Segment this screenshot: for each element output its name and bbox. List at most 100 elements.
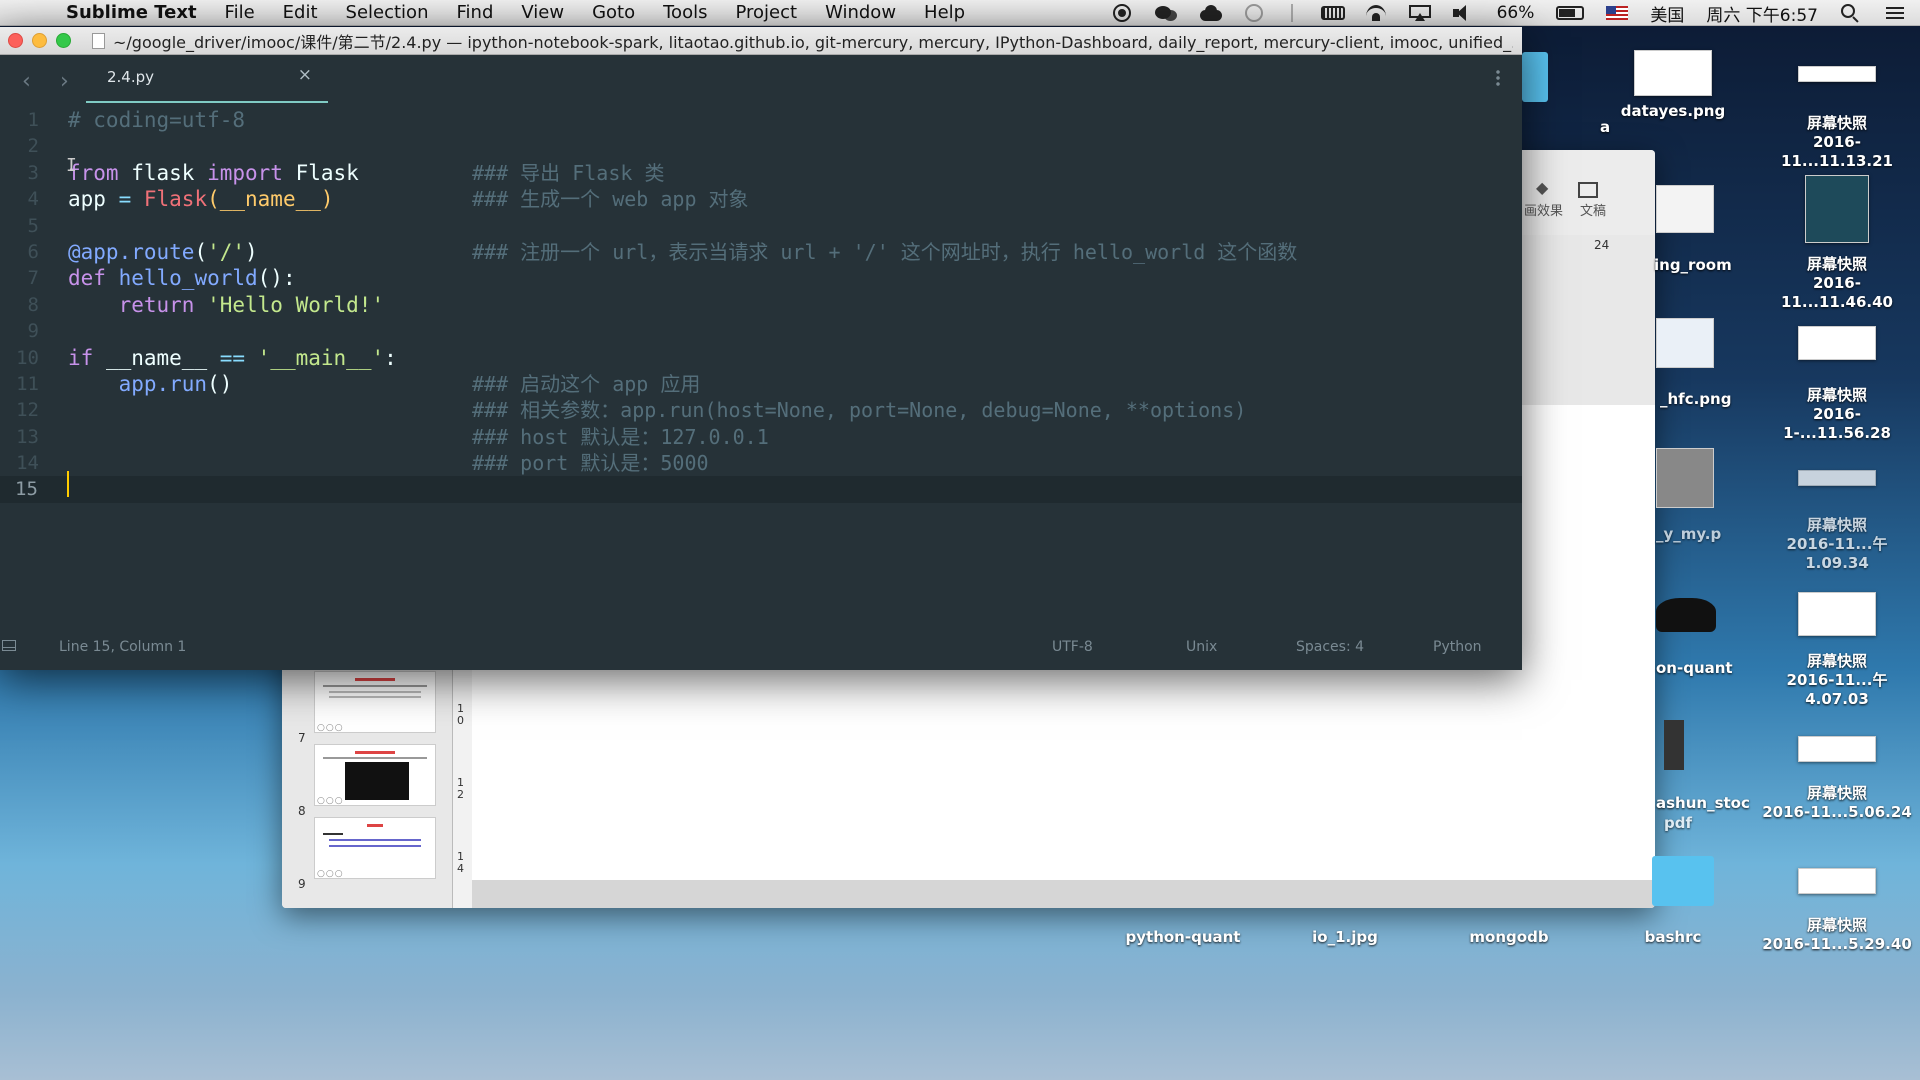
code-comment: ### 相关参数：app.run(host=None, port=None, d… bbox=[472, 398, 1247, 423]
horizontal-scrollbar[interactable] bbox=[472, 880, 1655, 908]
folder-icon[interactable] bbox=[1652, 856, 1714, 906]
vertical-ruler: 1 0 1 2 1 4 bbox=[452, 665, 472, 908]
diamond-icon[interactable]: ◆ bbox=[1536, 178, 1548, 197]
desktop-item-mongodb[interactable]: mongodb bbox=[1434, 928, 1584, 947]
wechat-icon[interactable] bbox=[1154, 4, 1177, 22]
menu-window[interactable]: Window bbox=[811, 2, 910, 23]
menu-selection[interactable]: Selection bbox=[332, 2, 443, 23]
code-editor[interactable]: 1 2 3 4 5 6 7 8 9 10 11 12 13 14 15 # co… bbox=[0, 107, 1522, 599]
time-machine-icon[interactable] bbox=[1243, 4, 1265, 22]
code-text[interactable]: # coding=utf-8 from flask import Flask a… bbox=[68, 107, 397, 397]
tool-animate-label[interactable]: 画效果 bbox=[1524, 200, 1563, 219]
code-string: '__main__' bbox=[245, 345, 385, 370]
menubar: Sublime Text File Edit Selection Find Vi… bbox=[0, 0, 1920, 26]
desktop-item-label[interactable]: ashun_stoc bbox=[1656, 794, 1756, 813]
menu-project[interactable]: Project bbox=[721, 2, 811, 23]
desktop-item-bashrc[interactable]: bashrc bbox=[1598, 928, 1748, 947]
desktop-item-datayes[interactable]: datayes.png bbox=[1598, 50, 1748, 121]
file-thumbnail[interactable] bbox=[1656, 185, 1714, 233]
file-thumbnail[interactable] bbox=[1656, 448, 1714, 508]
spotlight-search-icon[interactable] bbox=[1840, 4, 1862, 22]
chevron-left-icon[interactable]: ‹ bbox=[22, 69, 31, 94]
code-comment: ### 启动这个 app 应用 bbox=[472, 371, 701, 396]
record-icon[interactable] bbox=[1111, 4, 1133, 22]
desktop-screenshot-item[interactable]: 屏幕快照 2016-11...5.29.40 bbox=[1762, 868, 1912, 954]
menu-app-name[interactable]: Sublime Text bbox=[62, 2, 211, 23]
desktop-item-python-quant[interactable]: python-quant bbox=[1108, 928, 1258, 947]
file-thumbnail bbox=[1798, 592, 1876, 636]
window-titlebar[interactable]: ~/google_driver/imooc/课件/第二节/2.4.py — ip… bbox=[0, 27, 1522, 55]
folder-icon[interactable] bbox=[1522, 52, 1548, 102]
code-comment: ### 导出 Flask 类 bbox=[472, 160, 665, 185]
input-source[interactable]: 美国 bbox=[1650, 1, 1684, 26]
comment-column: ### 导出 Flask 类 ### 生成一个 web app 对象 ### 注… bbox=[472, 107, 1297, 476]
line-number: 7 bbox=[27, 267, 39, 290]
tab-2-4-py[interactable]: 2.4.py × bbox=[86, 55, 328, 107]
menu-help[interactable]: Help bbox=[910, 2, 979, 23]
code-line: app = Flask(__name__) bbox=[68, 186, 397, 212]
file-thumbnail[interactable] bbox=[1664, 720, 1684, 770]
desktop-screenshot-item[interactable]: 屏幕快照 2016-11...午4.07.03 bbox=[1762, 592, 1912, 709]
tab-bar: ‹ › 2.4.py × bbox=[0, 55, 1522, 107]
active-line-number: 15 bbox=[0, 476, 1522, 503]
desktop-screenshot-item[interactable]: 屏幕快照 2016-11...午1.09.34 bbox=[1762, 470, 1912, 573]
desktop-item-label[interactable]: pdf bbox=[1664, 814, 1704, 833]
close-window-button[interactable] bbox=[8, 33, 23, 48]
code-call: Flask bbox=[131, 187, 208, 212]
desktop-item-date: 2016-11...午4.07.03 bbox=[1786, 671, 1888, 708]
desktop-item-label[interactable]: _y_my.p bbox=[1656, 525, 1736, 544]
cursor-position[interactable]: Line 15, Column 1 bbox=[59, 639, 186, 655]
ruler-number: 2 bbox=[457, 788, 464, 801]
document-proxy-icon[interactable] bbox=[92, 32, 105, 49]
code-punct: ) bbox=[245, 239, 258, 264]
indentation-indicator[interactable]: Spaces: 4 bbox=[1296, 639, 1364, 655]
zoom-window-button[interactable] bbox=[56, 33, 71, 48]
notification-center-icon[interactable] bbox=[1884, 4, 1906, 22]
qq-icon[interactable] bbox=[1199, 4, 1222, 22]
code-operator: == bbox=[219, 345, 246, 370]
battery-icon[interactable] bbox=[1556, 6, 1585, 20]
line-endings-indicator[interactable]: Unix bbox=[1186, 639, 1217, 655]
menu-tools[interactable]: Tools bbox=[649, 2, 721, 23]
volume-icon[interactable] bbox=[1452, 4, 1475, 22]
wifi-icon[interactable] bbox=[1365, 4, 1387, 22]
airplay-icon[interactable] bbox=[1408, 4, 1431, 22]
menu-goto[interactable]: Goto bbox=[578, 2, 649, 23]
menu-view[interactable]: View bbox=[507, 2, 578, 23]
encoding-indicator[interactable]: UTF-8 bbox=[1052, 639, 1093, 655]
code-line: from flask import Flask bbox=[68, 160, 397, 186]
file-thumbnail[interactable] bbox=[1656, 598, 1716, 632]
chevron-right-icon[interactable]: › bbox=[60, 69, 69, 94]
ruler-number: 0 bbox=[457, 714, 464, 727]
clock[interactable]: 周六 下午6:57 bbox=[1706, 1, 1818, 26]
tool-document-label[interactable]: 文稿 bbox=[1580, 200, 1606, 219]
desktop-item-label[interactable]: ing_room bbox=[1654, 256, 1734, 275]
close-tab-icon[interactable]: × bbox=[298, 65, 312, 85]
desktop-item-label[interactable]: on-quant bbox=[1656, 659, 1736, 678]
syntax-indicator[interactable]: Python bbox=[1433, 639, 1482, 655]
document-icon[interactable] bbox=[1578, 182, 1598, 198]
desktop-screenshot-item[interactable]: 屏幕快照 2016-11...5.06.24 bbox=[1762, 736, 1912, 822]
battery-percent[interactable]: 66% bbox=[1497, 3, 1535, 23]
menu-file[interactable]: File bbox=[211, 2, 269, 23]
desktop-item-label[interactable]: _hfc.png bbox=[1660, 390, 1740, 409]
panel-toggle-icon[interactable] bbox=[2, 640, 16, 651]
battery-status-icon[interactable] bbox=[1320, 4, 1345, 22]
active-tab-indicator bbox=[86, 101, 328, 103]
desktop-screenshot-item[interactable]: 屏幕快照 2016-1-...11.56.28 bbox=[1762, 326, 1912, 443]
menu-edit[interactable]: Edit bbox=[269, 2, 332, 23]
slide-navigator[interactable]: 7 ○○○ 8 ○○○ 9 ○○○ bbox=[282, 665, 472, 908]
menu-find[interactable]: Find bbox=[442, 2, 507, 23]
desktop-screenshot-item[interactable]: 屏幕快照 2016-11...11.13.21 bbox=[1762, 66, 1912, 171]
desktop-screenshot-item[interactable]: 屏幕快照 2016-11...11.46.40 bbox=[1762, 175, 1912, 312]
us-flag-icon[interactable] bbox=[1606, 6, 1629, 20]
minimize-window-button[interactable] bbox=[32, 33, 47, 48]
desktop-item-io-1-jpg[interactable]: io_1.jpg bbox=[1270, 928, 1420, 947]
file-thumbnail[interactable] bbox=[1656, 318, 1714, 368]
file-thumbnail bbox=[1798, 326, 1876, 360]
bluetooth-icon[interactable] bbox=[1287, 4, 1299, 22]
desktop-item-label: 屏幕快照 bbox=[1806, 652, 1867, 670]
more-options-icon[interactable] bbox=[1496, 69, 1500, 87]
code-line: return 'Hello World!' bbox=[68, 292, 397, 318]
